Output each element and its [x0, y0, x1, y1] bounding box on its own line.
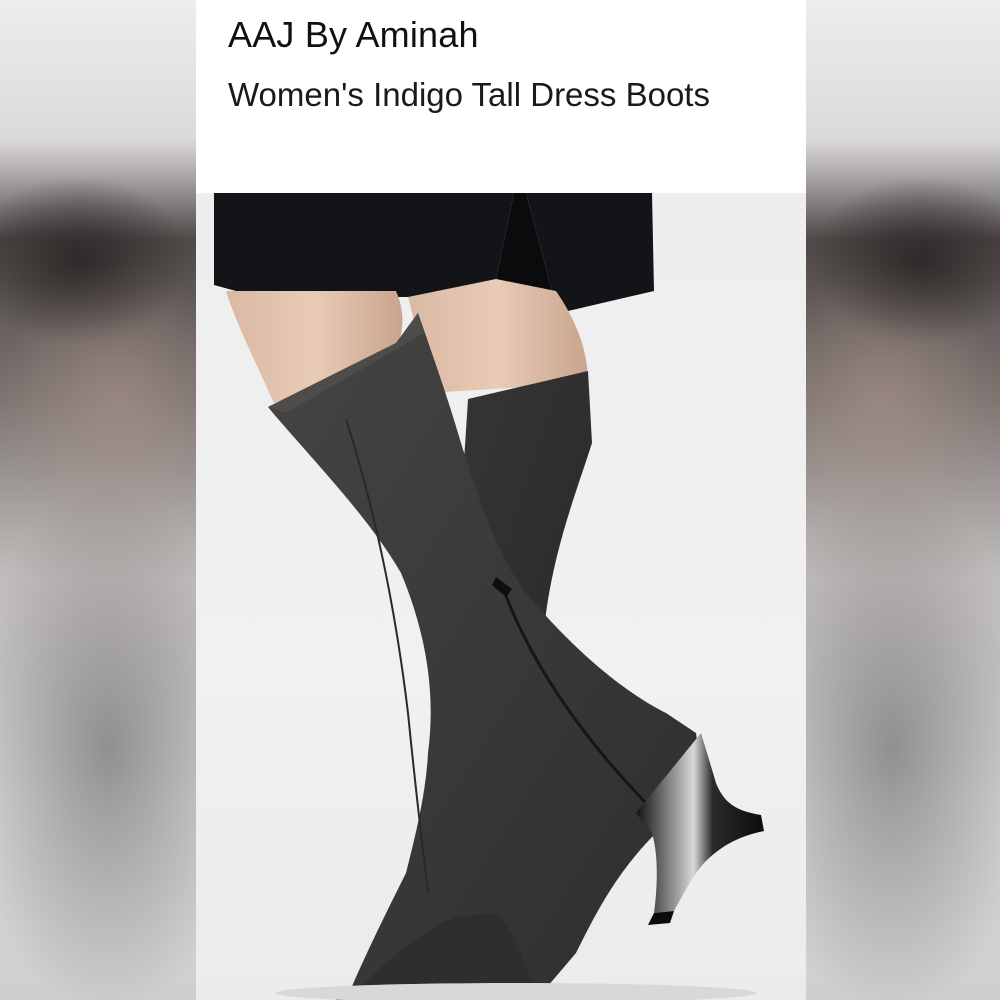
front-boot-heel-edge	[648, 911, 674, 925]
boots-illustration	[214, 193, 764, 1000]
listing-image-frame: AAJ By Aminah Women's Indigo Tall Dress …	[0, 0, 1000, 1000]
product-card[interactable]: AAJ By Aminah Women's Indigo Tall Dress …	[196, 0, 806, 1000]
blurred-backdrop-left	[0, 0, 196, 1000]
product-photo[interactable]	[196, 193, 806, 1000]
floor-shadow	[276, 983, 756, 1000]
product-title: Women's Indigo Tall Dress Boots	[228, 76, 710, 113]
product-header: AAJ By Aminah Women's Indigo Tall Dress …	[196, 0, 806, 193]
blurred-backdrop-right	[804, 0, 1000, 1000]
brand-name: AAJ By Aminah	[228, 14, 479, 55]
